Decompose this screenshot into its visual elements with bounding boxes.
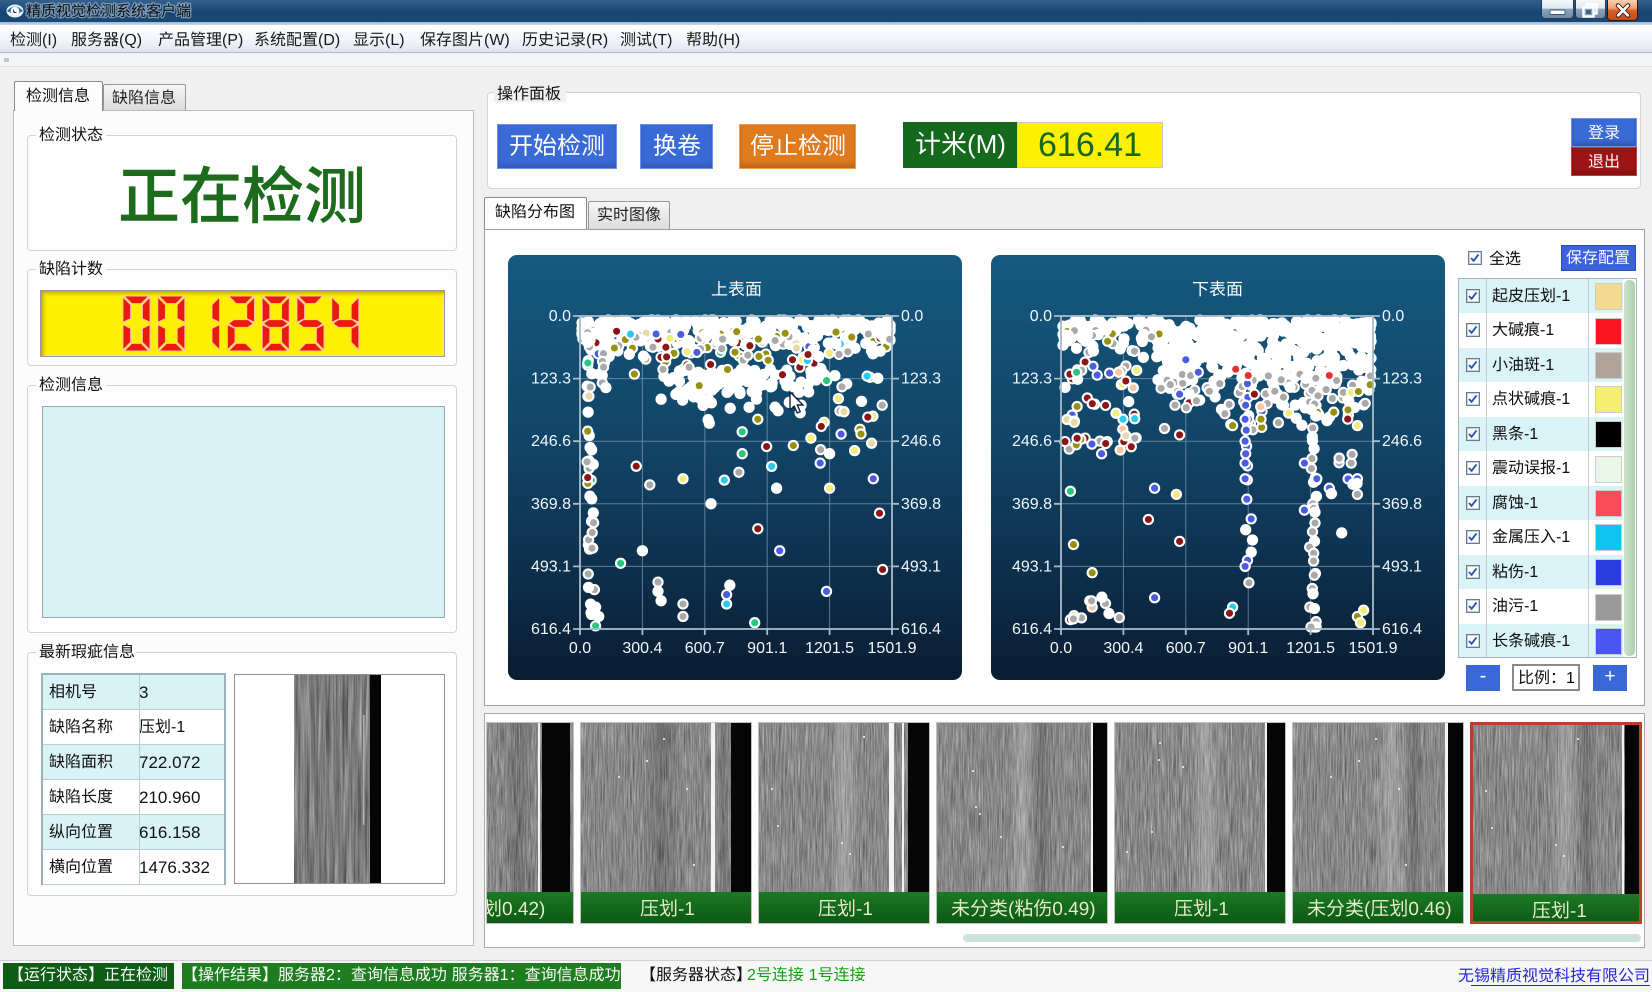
svg-text:0.0: 0.0 xyxy=(549,308,571,325)
svg-text:600.7: 600.7 xyxy=(1166,640,1206,657)
svg-text:493.1: 493.1 xyxy=(901,558,941,575)
svg-text:369.8: 369.8 xyxy=(1012,496,1052,513)
svg-text:246.6: 246.6 xyxy=(901,433,941,450)
svg-text:600.7: 600.7 xyxy=(685,640,725,657)
svg-text:493.1: 493.1 xyxy=(1012,558,1052,575)
svg-text:1201.5: 1201.5 xyxy=(805,640,854,657)
svg-text:616.4: 616.4 xyxy=(901,621,941,638)
svg-text:493.1: 493.1 xyxy=(1382,558,1422,575)
svg-text:616.4: 616.4 xyxy=(1012,621,1052,638)
svg-text:901.1: 901.1 xyxy=(747,640,787,657)
svg-text:493.1: 493.1 xyxy=(531,558,571,575)
svg-text:0.0: 0.0 xyxy=(1030,308,1052,325)
svg-text:123.3: 123.3 xyxy=(1012,371,1052,388)
svg-text:300.4: 300.4 xyxy=(1103,640,1143,657)
svg-text:1501.9: 1501.9 xyxy=(868,640,917,657)
svg-text:123.3: 123.3 xyxy=(531,371,571,388)
svg-text:246.6: 246.6 xyxy=(531,433,571,450)
svg-text:300.4: 300.4 xyxy=(622,640,662,657)
svg-text:369.8: 369.8 xyxy=(531,496,571,513)
svg-text:0.0: 0.0 xyxy=(569,640,591,657)
svg-text:0.0: 0.0 xyxy=(901,308,923,325)
svg-text:0.0: 0.0 xyxy=(1382,308,1404,325)
svg-text:123.3: 123.3 xyxy=(901,371,941,388)
svg-text:369.8: 369.8 xyxy=(1382,496,1422,513)
svg-text:246.6: 246.6 xyxy=(1382,433,1422,450)
svg-text:1201.5: 1201.5 xyxy=(1286,640,1335,657)
svg-text:246.6: 246.6 xyxy=(1012,433,1052,450)
svg-text:0.0: 0.0 xyxy=(1050,640,1072,657)
svg-text:1501.9: 1501.9 xyxy=(1349,640,1398,657)
svg-text:123.3: 123.3 xyxy=(1382,371,1422,388)
svg-text:616.4: 616.4 xyxy=(1382,621,1422,638)
svg-text:616.4: 616.4 xyxy=(531,621,571,638)
svg-text:901.1: 901.1 xyxy=(1228,640,1268,657)
svg-text:369.8: 369.8 xyxy=(901,496,941,513)
